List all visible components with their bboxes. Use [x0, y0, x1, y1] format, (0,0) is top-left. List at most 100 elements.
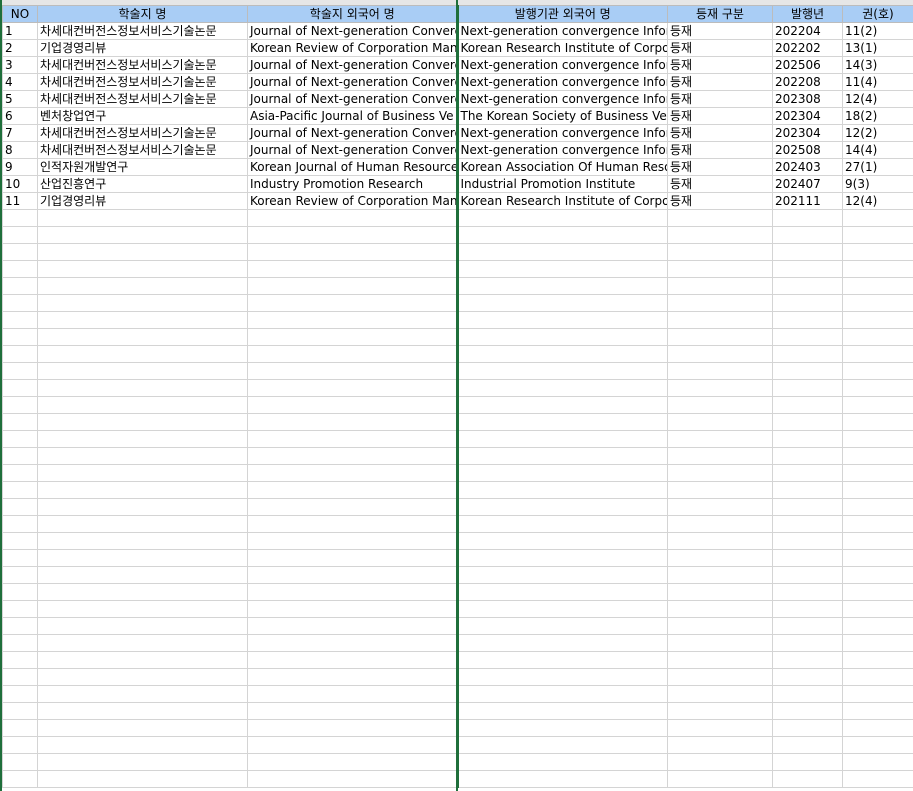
- empty-cell[interactable]: [667, 566, 773, 584]
- empty-cell[interactable]: [37, 464, 248, 482]
- empty-cell[interactable]: [456, 209, 668, 227]
- empty-cell[interactable]: [247, 413, 458, 431]
- empty-cell[interactable]: [772, 311, 843, 329]
- empty-cell[interactable]: [37, 345, 248, 363]
- empty-cell[interactable]: [667, 498, 773, 516]
- cell-registration-type[interactable]: 등재: [667, 56, 773, 74]
- empty-cell[interactable]: [772, 498, 843, 516]
- cell-no[interactable]: 10: [2, 175, 38, 193]
- cell-registration-type[interactable]: 등재: [667, 73, 773, 91]
- empty-cell[interactable]: [247, 396, 458, 414]
- empty-cell[interactable]: [842, 617, 913, 635]
- header-registration-type[interactable]: 등재 구분: [667, 5, 773, 23]
- cell-volume-issue[interactable]: 13(1): [842, 39, 913, 57]
- cell-journal-name[interactable]: 벤처창업연구: [37, 107, 248, 125]
- empty-cell[interactable]: [456, 600, 668, 618]
- cell-no[interactable]: 7: [2, 124, 38, 142]
- empty-cell[interactable]: [667, 634, 773, 652]
- empty-cell[interactable]: [667, 311, 773, 329]
- cell-no[interactable]: 8: [2, 141, 38, 159]
- empty-cell[interactable]: [2, 668, 38, 686]
- empty-cell[interactable]: [842, 532, 913, 550]
- cell-publish-year[interactable]: 202202: [772, 39, 843, 57]
- cell-volume-issue[interactable]: 9(3): [842, 175, 913, 193]
- empty-cell[interactable]: [247, 515, 458, 533]
- empty-cell[interactable]: [772, 209, 843, 227]
- cell-registration-type[interactable]: 등재: [667, 39, 773, 57]
- empty-cell[interactable]: [772, 515, 843, 533]
- empty-cell[interactable]: [842, 736, 913, 754]
- empty-cell[interactable]: [37, 209, 248, 227]
- empty-cell[interactable]: [772, 328, 843, 346]
- empty-cell[interactable]: [667, 430, 773, 448]
- empty-cell[interactable]: [667, 243, 773, 261]
- cell-publisher-foreign-name[interactable]: Next-generation convergence Inform: [456, 56, 668, 74]
- empty-cell[interactable]: [842, 668, 913, 686]
- empty-cell[interactable]: [37, 260, 248, 278]
- empty-cell[interactable]: [2, 464, 38, 482]
- empty-cell[interactable]: [247, 600, 458, 618]
- empty-cell[interactable]: [2, 430, 38, 448]
- cell-volume-issue[interactable]: 27(1): [842, 158, 913, 176]
- empty-cell[interactable]: [37, 277, 248, 295]
- empty-cell[interactable]: [772, 413, 843, 431]
- empty-cell[interactable]: [456, 277, 668, 295]
- empty-cell[interactable]: [247, 532, 458, 550]
- empty-cell[interactable]: [842, 328, 913, 346]
- empty-cell[interactable]: [772, 651, 843, 669]
- empty-cell[interactable]: [2, 328, 38, 346]
- empty-cell[interactable]: [667, 702, 773, 720]
- empty-cell[interactable]: [772, 702, 843, 720]
- empty-cell[interactable]: [842, 651, 913, 669]
- empty-cell[interactable]: [456, 702, 668, 720]
- empty-cell[interactable]: [247, 328, 458, 346]
- cell-no[interactable]: 4: [2, 73, 38, 91]
- cell-publish-year[interactable]: 202204: [772, 22, 843, 40]
- empty-cell[interactable]: [667, 413, 773, 431]
- cell-registration-type[interactable]: 등재: [667, 158, 773, 176]
- empty-cell[interactable]: [772, 583, 843, 601]
- empty-cell[interactable]: [37, 430, 248, 448]
- empty-cell[interactable]: [667, 447, 773, 465]
- empty-cell[interactable]: [667, 583, 773, 601]
- empty-cell[interactable]: [247, 226, 458, 244]
- empty-cell[interactable]: [2, 447, 38, 465]
- empty-cell[interactable]: [772, 532, 843, 550]
- empty-cell[interactable]: [456, 532, 668, 550]
- empty-cell[interactable]: [842, 753, 913, 771]
- empty-cell[interactable]: [667, 481, 773, 499]
- empty-cell[interactable]: [667, 328, 773, 346]
- empty-cell[interactable]: [2, 294, 38, 312]
- empty-cell[interactable]: [667, 345, 773, 363]
- empty-cell[interactable]: [772, 277, 843, 295]
- cell-journal-name[interactable]: 차세대컨버전스정보서비스기술논문: [37, 22, 248, 40]
- empty-cell[interactable]: [2, 685, 38, 703]
- empty-cell[interactable]: [456, 617, 668, 635]
- cell-no[interactable]: 5: [2, 90, 38, 108]
- empty-cell[interactable]: [842, 583, 913, 601]
- empty-cell[interactable]: [842, 447, 913, 465]
- cell-publisher-foreign-name[interactable]: Next-generation convergence Inform: [456, 73, 668, 91]
- empty-cell[interactable]: [2, 515, 38, 533]
- cell-volume-issue[interactable]: 18(2): [842, 107, 913, 125]
- empty-cell[interactable]: [247, 345, 458, 363]
- empty-cell[interactable]: [842, 362, 913, 380]
- empty-cell[interactable]: [247, 668, 458, 686]
- empty-cell[interactable]: [37, 362, 248, 380]
- empty-cell[interactable]: [2, 413, 38, 431]
- cell-publish-year[interactable]: 202304: [772, 124, 843, 142]
- empty-cell[interactable]: [667, 685, 773, 703]
- cell-publisher-foreign-name[interactable]: Next-generation convergence Inform: [456, 90, 668, 108]
- empty-cell[interactable]: [37, 753, 248, 771]
- empty-cell[interactable]: [37, 651, 248, 669]
- empty-cell[interactable]: [667, 719, 773, 737]
- empty-cell[interactable]: [37, 243, 248, 261]
- empty-cell[interactable]: [37, 685, 248, 703]
- empty-cell[interactable]: [842, 685, 913, 703]
- empty-cell[interactable]: [842, 430, 913, 448]
- empty-cell[interactable]: [456, 549, 668, 567]
- cell-no[interactable]: 6: [2, 107, 38, 125]
- cell-publisher-foreign-name[interactable]: Next-generation convergence Inform: [456, 141, 668, 159]
- cell-no[interactable]: 2: [2, 39, 38, 57]
- empty-cell[interactable]: [37, 617, 248, 635]
